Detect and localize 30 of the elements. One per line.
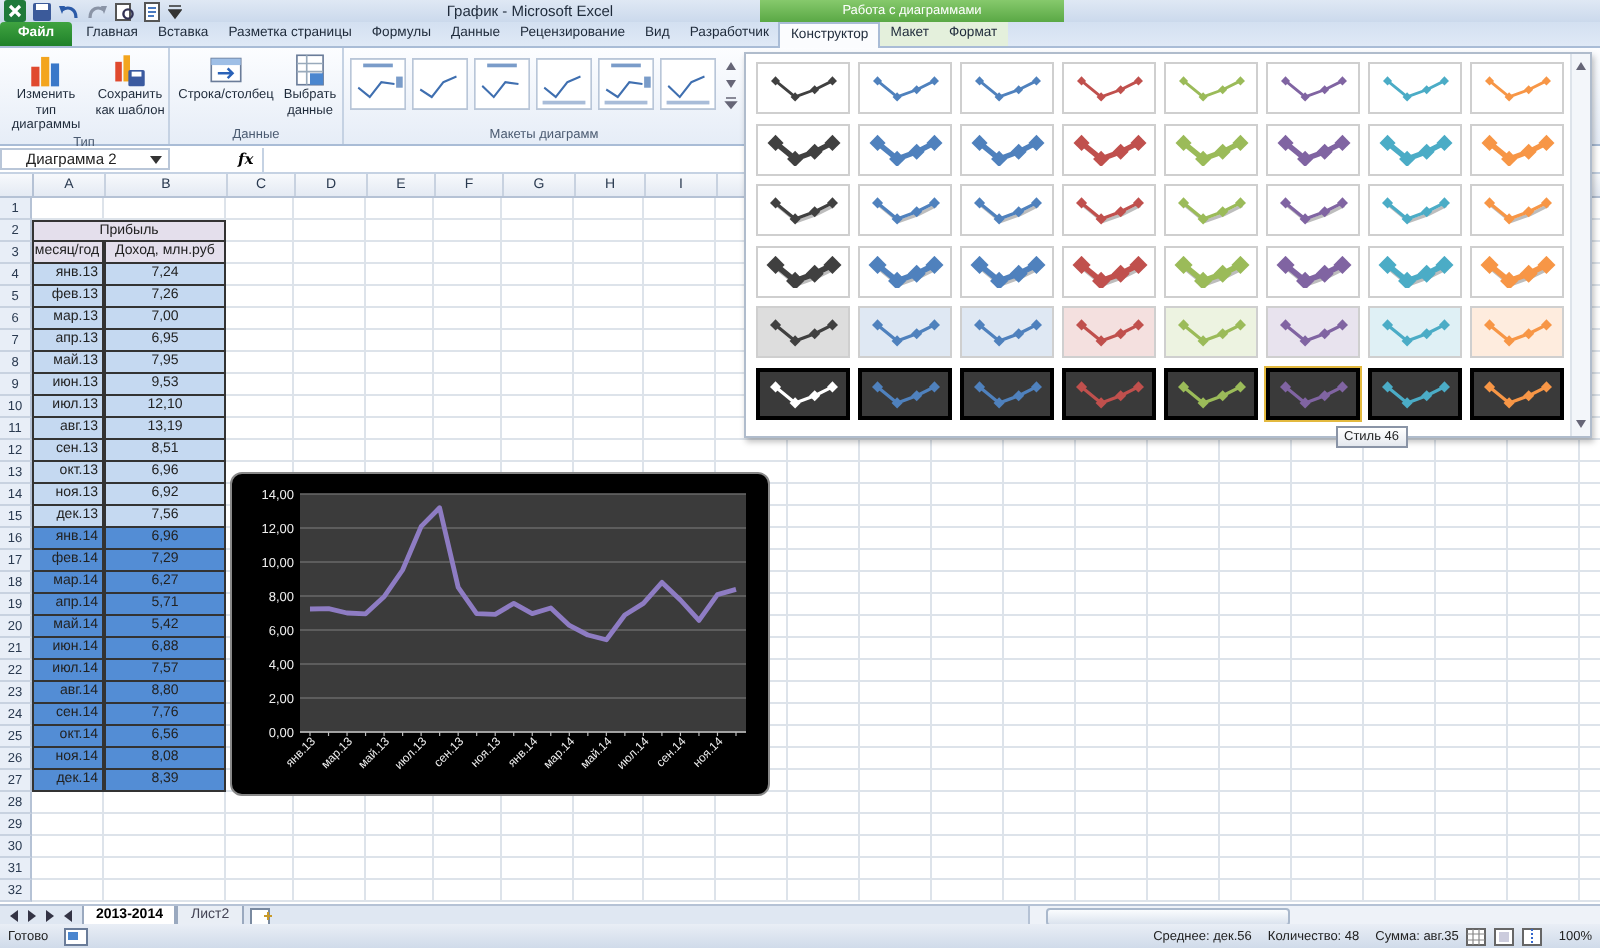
undo-icon[interactable]	[58, 1, 80, 21]
insert-sheet-icon[interactable]	[249, 907, 274, 925]
excel-logo-icon	[4, 0, 26, 22]
table-icon	[292, 52, 328, 88]
chart-layout-button[interactable]	[348, 52, 408, 110]
scroll-down-icon[interactable]	[1574, 418, 1588, 430]
normal-view-icon[interactable]	[1466, 927, 1487, 945]
chart-style-option[interactable]	[1470, 367, 1564, 419]
chart-style-option[interactable]	[1368, 367, 1462, 419]
page-layout-icon[interactable]	[1494, 927, 1515, 945]
horizontal-scrollbar[interactable]	[1028, 906, 1600, 926]
page-break-icon[interactable]	[1522, 927, 1543, 945]
scroll-down-icon[interactable]	[724, 78, 738, 90]
bar-chart-icon	[28, 52, 64, 88]
chart-style-option[interactable]	[1164, 367, 1258, 419]
print-preview-icon[interactable]	[114, 1, 136, 21]
save-icon[interactable]	[32, 1, 52, 21]
caret-icon[interactable]	[168, 3, 182, 19]
chart-layout-button[interactable]	[596, 52, 656, 110]
chart-layout-button[interactable]	[472, 52, 532, 110]
scroll-up-icon[interactable]	[724, 60, 738, 72]
document-icon[interactable]	[142, 1, 162, 21]
chart-layout-button[interactable]	[658, 52, 718, 110]
chart-style-option[interactable]	[756, 367, 850, 419]
macro-record-icon[interactable]	[64, 927, 89, 945]
chart-save-icon	[112, 52, 148, 88]
chart-layout-button[interactable]	[410, 52, 470, 110]
scroll-up-icon[interactable]	[1574, 60, 1588, 72]
more-icon[interactable]	[724, 96, 738, 110]
chart-layout-button[interactable]	[534, 52, 594, 110]
